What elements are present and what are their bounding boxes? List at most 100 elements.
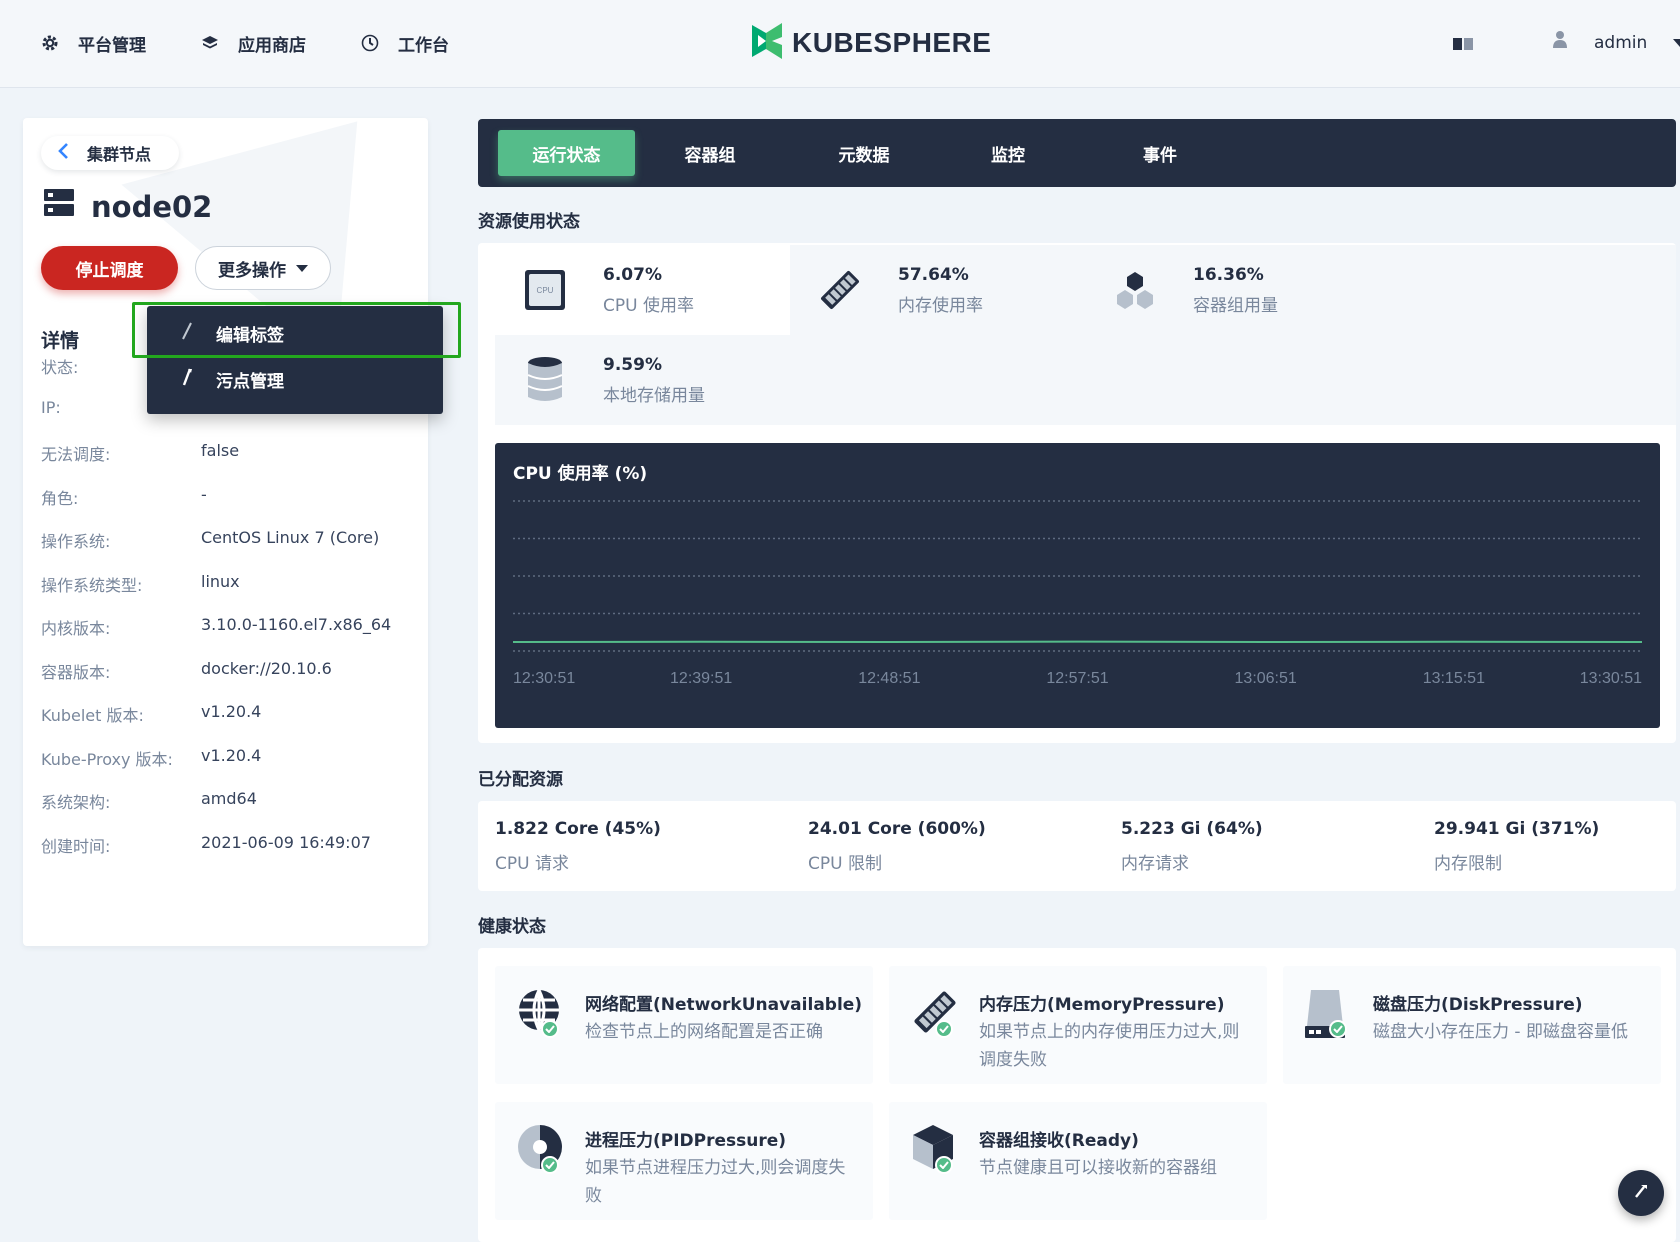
user-menu[interactable]: admin (1552, 30, 1680, 55)
alloc-label: CPU 限制 (808, 854, 882, 874)
detail-label: 角色: (41, 488, 79, 508)
nav-workbench[interactable]: 工作台 (360, 30, 449, 56)
detail-value: v1.20.4 (201, 702, 262, 721)
detail-value: amd64 (201, 789, 257, 808)
wrench-icon (180, 367, 194, 392)
health-card-disk[interactable]: 磁盘压力(DiskPressure) 磁盘大小存在压力 - 即磁盘容量低 (1283, 966, 1661, 1084)
health-title: 网络配置(NetworkUnavailable) (585, 995, 863, 1015)
detail-row: 无法调度: false (41, 441, 421, 465)
cpu-usage-chart[interactable]: CPU 使用率 (%) 12:30:51 12:39:51 12:48:51 12:5… (495, 443, 1660, 728)
node-detail-panel: 集群节点 node02 停止调度 更多操作 详情 状态:IP:10.77.1.2… (23, 118, 428, 946)
workbench-icon (360, 33, 380, 53)
pods-usage-label: 容器组用量 (1193, 295, 1278, 316)
tab-events[interactable]: 事件 (1110, 130, 1210, 176)
detail-value: false (201, 441, 240, 460)
alloc-value: 5.223 Gi (64%) (1121, 819, 1263, 839)
x-tick-label: 12:48:51 (858, 670, 920, 687)
menu-item-label: 污点管理 (216, 371, 284, 392)
allocated-heading: 已分配资源 (478, 770, 563, 790)
nav-platform-management[interactable]: 平台管理 (40, 30, 146, 56)
detail-label: 无法调度: (41, 445, 111, 464)
health-card-network[interactable]: 网络配置(NetworkUnavailable) 检查节点上的网络配置是否正确 (495, 966, 873, 1084)
health-desc: 节点健康且可以接收新的容器组 (979, 1158, 1217, 1178)
detail-value: - (201, 484, 207, 504)
alloc-label: 内存限制 (1434, 854, 1502, 874)
pods-icon (1107, 262, 1163, 318)
usage-card-cpu[interactable]: CPU 6.07% CPU 使用率 (495, 245, 790, 335)
alloc-label: 内存请求 (1121, 854, 1189, 874)
detail-label: 系统架构: (41, 793, 111, 812)
alloc-label: CPU 请求 (495, 854, 569, 874)
nav-label: 工作台 (398, 35, 449, 56)
x-tick-label: 12:57:51 (1046, 670, 1108, 687)
tab-monitoring[interactable]: 监控 (958, 130, 1058, 176)
health-card-memory[interactable]: 内存压力(MemoryPressure) 如果节点上的内存使用压力过大,则调度失… (889, 966, 1267, 1084)
health-desc: 检查节点上的网络配置是否正确 (585, 1022, 823, 1042)
highlight-box (132, 302, 461, 358)
network-icon (515, 986, 571, 1042)
detail-value: CentOS Linux 7 (Core) (201, 528, 380, 547)
health-card-process[interactable]: 进程压力(PIDPressure) 如果节点进程压力过大,则会调度失败 (495, 1102, 873, 1220)
nav-label: 应用商店 (238, 35, 306, 56)
detail-label: 创建时间: (41, 836, 111, 856)
health-card-ready[interactable]: 容器组接收(Ready) 节点健康且可以接收新的容器组 (889, 1102, 1267, 1220)
tab-running-status[interactable]: 运行状态 (498, 130, 635, 176)
detail-label: 操作系统: (41, 532, 111, 551)
alloc-value: 24.01 Core (600%) (808, 819, 986, 839)
username: admin (1594, 32, 1648, 53)
node-name: node02 (91, 189, 213, 224)
detail-row: Kubelet 版本: v1.20.4 (41, 702, 421, 726)
back-to-cluster-nodes[interactable]: 集群节点 (41, 136, 180, 170)
stop-scheduling-button[interactable]: 停止调度 (41, 246, 178, 290)
alloc-value: 29.941 Gi (371%) (1434, 819, 1600, 839)
health-title: 容器组接收(Ready) (979, 1131, 1139, 1151)
tab-pods[interactable]: 容器组 (650, 130, 770, 176)
health-title: 内存压力(MemoryPressure) (979, 995, 1225, 1015)
kubesphere-logo[interactable]: KUBESPHERE (748, 20, 991, 66)
cpu-usage-value: 6.07% (603, 264, 662, 285)
x-tick-label: 13:15:51 (1423, 670, 1485, 687)
usage-card-storage[interactable]: 9.59% 本地存储用量 (495, 335, 790, 425)
usage-card-memory[interactable]: 57.64% 内存使用率 (790, 245, 1085, 335)
back-label: 集群节点 (87, 145, 152, 164)
usage-card-pods[interactable]: 16.36% 容器组用量 (1085, 245, 1380, 335)
detail-label: 操作系统类型: (41, 575, 143, 595)
hammer-icon (1631, 1181, 1651, 1205)
check-icon (935, 1156, 953, 1174)
health-title: 磁盘压力(DiskPressure) (1373, 995, 1583, 1015)
chevron-left-icon (57, 142, 69, 164)
box-icon (909, 1122, 965, 1178)
x-tick-label: 12:30:51 (513, 670, 575, 687)
detail-label: 内核版本: (41, 619, 111, 638)
tab-metadata[interactable]: 元数据 (804, 130, 924, 176)
alloc-memory-limits: 29.941 Gi (371%) 内存限制 (1434, 819, 1599, 874)
cpu-icon: CPU (517, 262, 573, 318)
storage-usage-value: 9.59% (603, 354, 662, 375)
detail-value: docker://20.10.6 (201, 658, 332, 678)
toolbox-button[interactable] (1618, 1170, 1664, 1216)
detail-row: 角色: - (41, 485, 421, 509)
health-title: 进程压力(PIDPressure) (585, 1131, 787, 1151)
detail-row: 容器版本: docker://20.10.6 (41, 659, 421, 683)
detail-row: 操作系统: CentOS Linux 7 (Core) (41, 528, 421, 552)
app-store-icon (200, 33, 220, 53)
cpu-usage-label: CPU 使用率 (603, 295, 694, 316)
detail-value: linux (201, 571, 240, 591)
detail-label: 容器版本: (41, 662, 111, 682)
caret-down-icon (296, 264, 308, 272)
detail-row: Kube-Proxy 版本: v1.20.4 (41, 746, 421, 770)
server-icon (43, 188, 75, 225)
check-icon (1329, 1020, 1347, 1038)
alloc-cpu-requests: 1.822 Core (45%) CPU 请求 (495, 819, 661, 874)
pods-usage-value: 16.36% (1193, 264, 1264, 285)
details-heading: 详情 (41, 330, 80, 352)
check-icon (541, 1020, 559, 1038)
storage-usage-label: 本地存储用量 (603, 385, 705, 406)
tab-bar: 运行状态 容器组 元数据 监控 事件 (478, 119, 1676, 187)
menu-item-taint-management[interactable]: 污点管理 (147, 356, 443, 402)
book-icon[interactable] (1452, 36, 1474, 56)
detail-label: Kubelet 版本: (41, 706, 144, 725)
more-actions-label: 更多操作 (218, 260, 286, 281)
nav-app-store[interactable]: 应用商店 (200, 30, 306, 56)
more-actions-button[interactable]: 更多操作 (195, 246, 331, 290)
